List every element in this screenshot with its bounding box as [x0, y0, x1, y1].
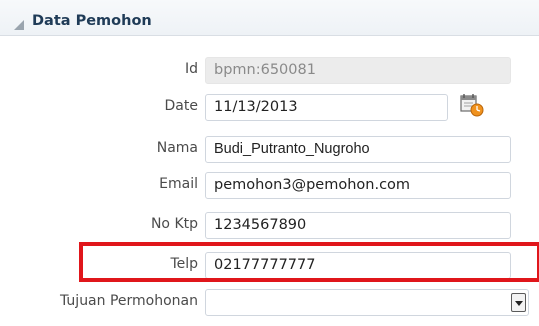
dropdown-arrow-icon[interactable]: [511, 293, 526, 312]
email-row: Email pemohon3@pemohon.com: [0, 170, 539, 202]
email-label: Email: [159, 176, 198, 192]
nama-label: Nama: [156, 140, 198, 156]
nama-row: Nama Budi_Putranto_Nugroho: [0, 134, 539, 166]
id-label: Id: [184, 61, 198, 77]
id-row: Id bpmn:650081: [0, 55, 539, 87]
date-label: Date: [164, 98, 198, 114]
no-ktp-field[interactable]: 1234567890: [205, 212, 511, 239]
calendar-clock-icon[interactable]: [459, 92, 485, 118]
section-title: Data Pemohon: [32, 13, 152, 29]
telp-highlight-box: [79, 242, 539, 282]
collapse-triangle-icon[interactable]: [14, 20, 24, 30]
id-field: bpmn:650081: [205, 57, 511, 84]
section-header[interactable]: Data Pemohon: [0, 0, 539, 36]
tujuan-select[interactable]: [205, 289, 529, 316]
date-field[interactable]: 11/13/2013: [205, 94, 448, 121]
nama-field[interactable]: Budi_Putranto_Nugroho: [205, 136, 511, 163]
no-ktp-row: No Ktp 1234567890: [0, 210, 539, 242]
date-row: Date 11/13/2013: [0, 92, 539, 124]
no-ktp-label: No Ktp: [150, 216, 198, 232]
email-field[interactable]: pemohon3@pemohon.com: [205, 172, 511, 199]
tujuan-label: Tujuan Permohonan: [60, 293, 198, 309]
tujuan-row: Tujuan Permohonan: [0, 287, 539, 319]
